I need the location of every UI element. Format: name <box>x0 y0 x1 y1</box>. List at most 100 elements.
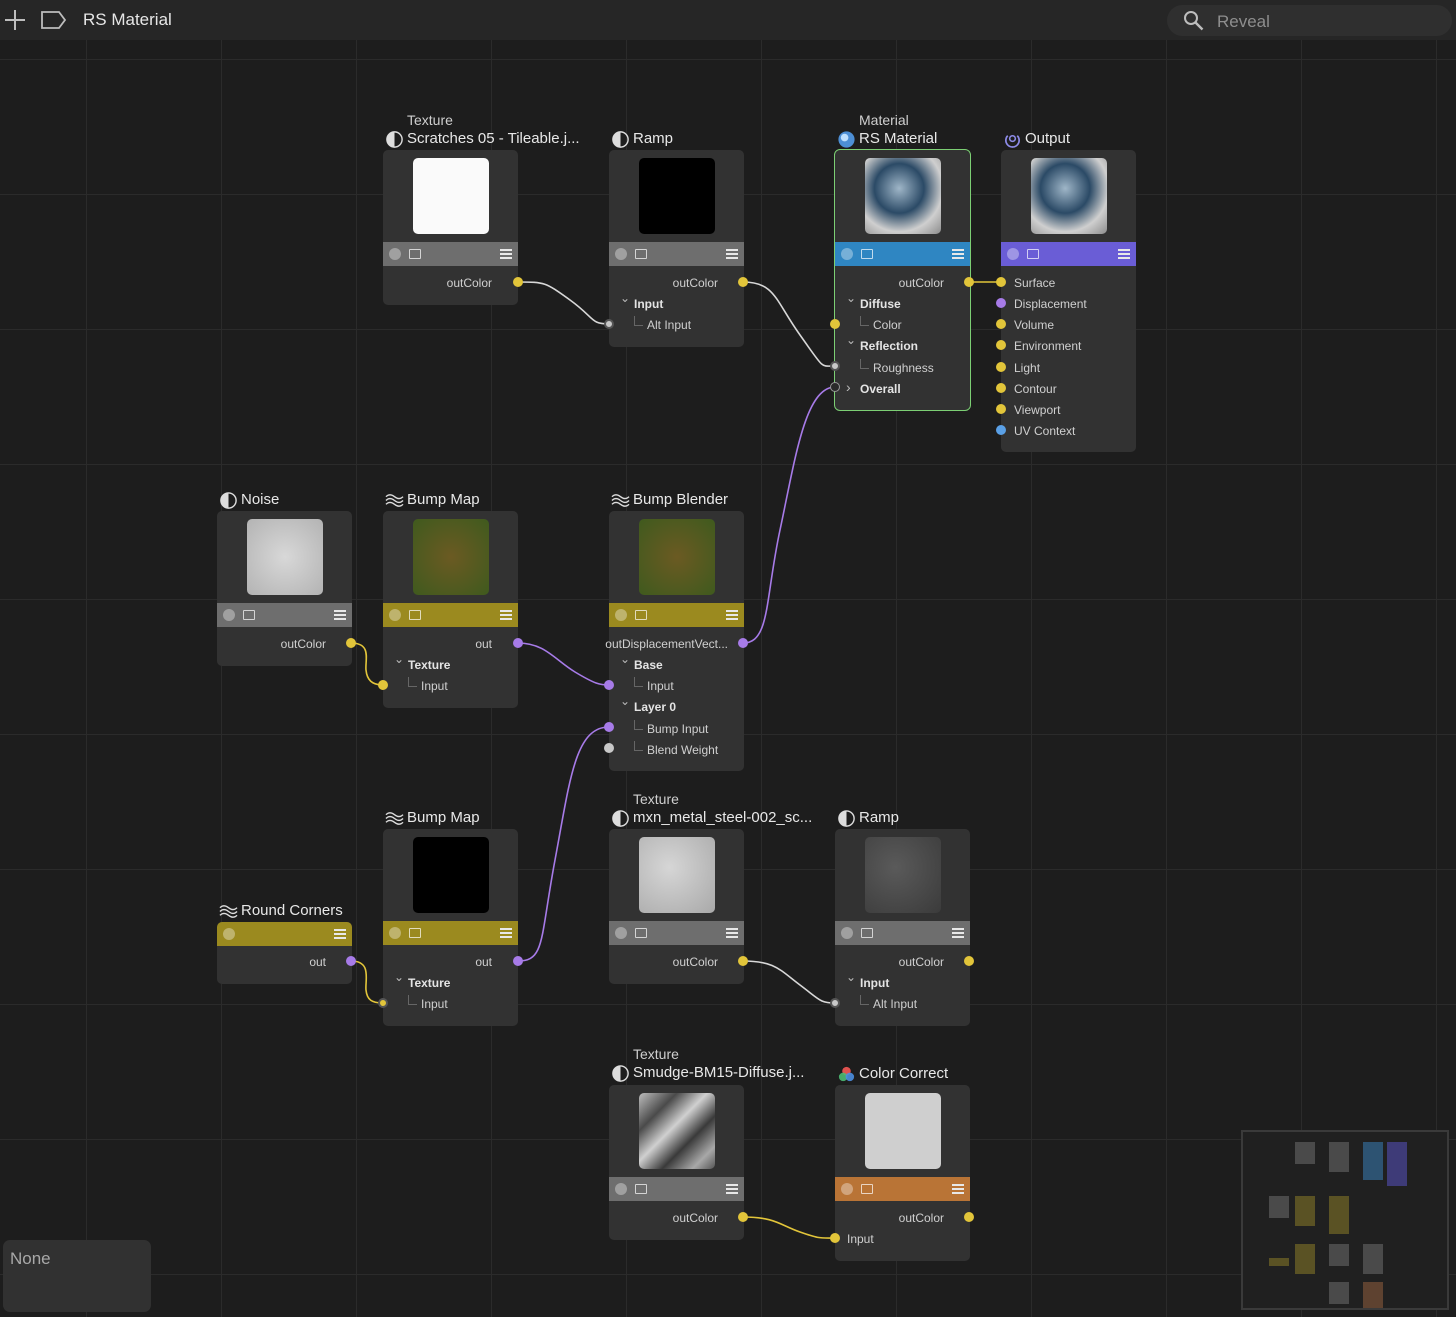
image-icon[interactable] <box>1027 249 1039 259</box>
coin-icon[interactable] <box>615 609 627 621</box>
search-box[interactable] <box>1167 5 1452 36</box>
menu-icon[interactable] <box>500 249 512 259</box>
port-group-layer0[interactable]: Layer 0 <box>620 694 676 714</box>
port-ramp1-out[interactable] <box>738 277 748 287</box>
menu-icon[interactable] <box>334 929 346 939</box>
port-blender-blend-weight[interactable] <box>604 743 614 753</box>
coin-icon[interactable] <box>389 927 401 939</box>
port-material-roughness[interactable] <box>830 361 840 371</box>
port-group-overall[interactable]: Overall <box>846 379 901 396</box>
minimap[interactable] <box>1241 1130 1449 1310</box>
port-scratches-out[interactable] <box>513 277 523 287</box>
coin-icon[interactable] <box>615 927 627 939</box>
port-material-color[interactable] <box>830 319 840 329</box>
node-ramp-1[interactable]: outColor Input Alt Input <box>609 150 744 347</box>
node-steel-texture[interactable]: outColor <box>609 829 744 984</box>
image-icon[interactable] <box>243 610 255 620</box>
port-noise-out[interactable] <box>346 638 356 648</box>
port-bump1-input[interactable] <box>378 680 388 690</box>
port-group-base[interactable]: Base <box>620 652 663 672</box>
menu-icon[interactable] <box>952 1184 964 1194</box>
port-color-correct-input[interactable] <box>830 1233 840 1243</box>
port-color-correct-out[interactable] <box>964 1212 974 1222</box>
node-scratches-texture[interactable]: outColor <box>383 150 518 305</box>
coin-icon[interactable] <box>615 248 627 260</box>
menu-icon[interactable] <box>726 1184 738 1194</box>
rgb-circles-icon <box>838 1066 855 1081</box>
image-icon[interactable] <box>635 610 647 620</box>
coin-icon[interactable] <box>841 248 853 260</box>
port-output-light[interactable] <box>996 362 1006 372</box>
menu-icon[interactable] <box>334 610 346 620</box>
port-steel-out[interactable] <box>738 956 748 966</box>
node-smudge-texture[interactable]: outColor <box>609 1085 744 1240</box>
menu-icon[interactable] <box>500 610 512 620</box>
coin-icon[interactable] <box>841 927 853 939</box>
port-ramp2-out[interactable] <box>964 956 974 966</box>
node-bump-map-1[interactable]: out Texture Input <box>383 511 518 708</box>
port-blender-bump-input[interactable] <box>604 722 614 732</box>
port-output-environment[interactable] <box>996 340 1006 350</box>
port-material-overall[interactable] <box>830 382 840 392</box>
port-group-input[interactable]: Input <box>846 970 889 990</box>
menu-icon[interactable] <box>952 928 964 938</box>
coin-icon[interactable] <box>223 928 235 940</box>
port-blender-out[interactable] <box>738 638 748 648</box>
search-icon <box>1184 11 1204 31</box>
menu-icon[interactable] <box>726 249 738 259</box>
coin-icon[interactable] <box>1007 248 1019 260</box>
coin-icon[interactable] <box>389 248 401 260</box>
menu-icon[interactable] <box>726 610 738 620</box>
port-group-reflection[interactable]: Reflection <box>846 333 918 353</box>
menu-icon[interactable] <box>952 249 964 259</box>
image-icon[interactable] <box>409 249 421 259</box>
port-bump1-out[interactable] <box>513 638 523 648</box>
node-bump-blender[interactable]: outDisplacementVect... Base Input Layer … <box>605 511 744 771</box>
tag-icon[interactable] <box>40 9 68 31</box>
node-ramp-2[interactable]: outColor Input Alt Input <box>835 829 970 1026</box>
port-group-texture[interactable]: Texture <box>394 970 451 990</box>
port-group-diffuse[interactable]: Diffuse <box>846 291 901 311</box>
port-group-texture[interactable]: Texture <box>394 652 451 672</box>
node-rs-material[interactable]: outColor Diffuse Color Reflection Roughn… <box>834 149 971 411</box>
node-round-corners[interactable]: out <box>217 922 352 984</box>
coin-icon[interactable] <box>223 609 235 621</box>
port-material-out[interactable] <box>964 277 974 287</box>
menu-icon[interactable] <box>1118 249 1130 259</box>
search-input[interactable] <box>1215 8 1439 35</box>
port-output-uv-context[interactable] <box>996 425 1006 435</box>
image-icon[interactable] <box>635 1184 647 1194</box>
node-output[interactable]: Surface Displacement Volume Environment … <box>1001 150 1136 452</box>
node-title: Smudge-BM15-Diffuse.j... <box>633 1064 805 1081</box>
port-output-contour[interactable] <box>996 383 1006 393</box>
port-output-surface[interactable] <box>996 277 1006 287</box>
port-ramp2-alt-input[interactable] <box>830 998 840 1008</box>
menu-icon[interactable] <box>726 928 738 938</box>
port-output-displacement[interactable] <box>996 298 1006 308</box>
image-icon[interactable] <box>635 249 647 259</box>
image-icon[interactable] <box>861 928 873 938</box>
coin-icon[interactable] <box>389 609 401 621</box>
port-output-viewport[interactable] <box>996 404 1006 414</box>
port-blender-base-input[interactable] <box>604 680 614 690</box>
image-icon[interactable] <box>409 928 421 938</box>
node-bump-map-2[interactable]: out Texture Input <box>383 829 518 1026</box>
coin-icon[interactable] <box>841 1183 853 1195</box>
image-icon[interactable] <box>409 610 421 620</box>
image-icon[interactable] <box>861 1184 873 1194</box>
image-icon[interactable] <box>635 928 647 938</box>
port-ramp1-alt-input[interactable] <box>604 319 614 329</box>
port-round-corners-out[interactable] <box>346 956 356 966</box>
port-bump2-out[interactable] <box>513 956 523 966</box>
node-noise[interactable]: outColor <box>217 511 352 666</box>
menu-icon[interactable] <box>500 928 512 938</box>
node-color-correct[interactable]: outColor Input <box>835 1085 970 1261</box>
node-label-ramp2: Ramp <box>837 808 899 828</box>
image-icon[interactable] <box>861 249 873 259</box>
plus-icon[interactable] <box>3 8 27 32</box>
coin-icon[interactable] <box>615 1183 627 1195</box>
port-bump2-input[interactable] <box>378 998 388 1008</box>
port-output-volume[interactable] <box>996 319 1006 329</box>
port-smudge-out[interactable] <box>738 1212 748 1222</box>
port-group-input[interactable]: Input <box>620 291 663 311</box>
